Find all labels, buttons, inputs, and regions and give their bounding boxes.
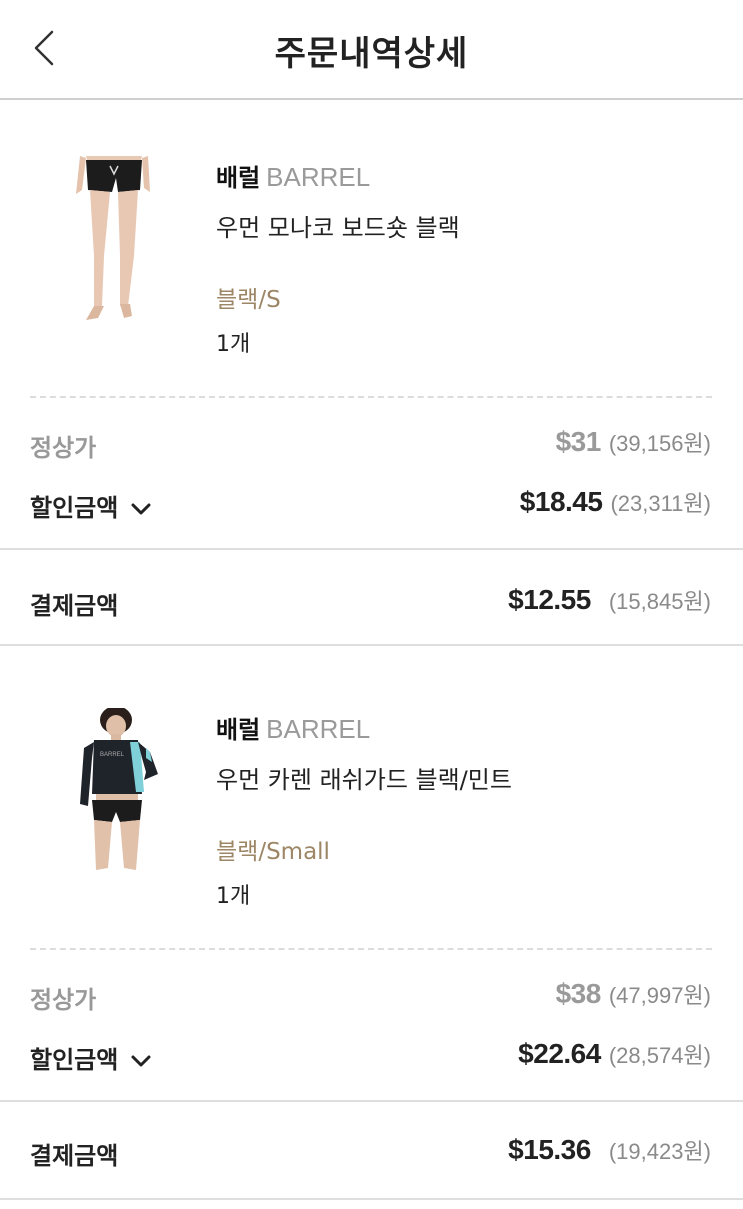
discount-value: $22.64 (28,574원) (518, 1038, 711, 1070)
page-title: 주문내역상세 (274, 34, 469, 74)
product-option: 블랙/Small (216, 839, 330, 865)
order-item: BARREL 배럴 BARREL 우먼 카렌 래쉬가드 블랙/민트 블랙/Smal… (0, 706, 743, 1204)
product-quantity: 1개 (216, 884, 251, 909)
payment-value: $15.36 (19,423원) (508, 1134, 711, 1166)
discount-krw: (23,311원) (610, 491, 711, 516)
payment-value: $12.55 (15,845원) (508, 584, 711, 616)
payment-label: 결제금액 (30, 1142, 119, 1170)
discount-label-text: 할인금액 (30, 494, 119, 522)
regular-price-label: 정상가 (30, 434, 97, 462)
product-name[interactable]: 우먼 카렌 래쉬가드 블랙/민트 (216, 760, 512, 795)
product-name[interactable]: 우먼 모나코 보드숏 블랙 (216, 208, 460, 243)
brand-name-en: BARREL (266, 714, 371, 744)
discount-value: $18.45 (23,311원) (520, 486, 711, 518)
regular-price-value: $38 (47,997원) (556, 978, 711, 1010)
regular-price-krw: (47,997원) (608, 983, 711, 1008)
product-thumbnail-shorts (76, 156, 150, 320)
page-header: 주문내역상세 (0, 0, 743, 100)
divider (0, 644, 743, 646)
brand-name-en: BARREL (266, 162, 371, 192)
divider (0, 548, 743, 550)
divider (0, 1100, 743, 1102)
chevron-down-icon[interactable] (130, 502, 152, 516)
product-thumbnail-rashguard: BARREL (80, 706, 158, 870)
svg-text:BARREL: BARREL (100, 752, 125, 758)
regular-price-value: $31 (39,156원) (556, 426, 711, 458)
brand-line: 배럴 BARREL (216, 710, 370, 745)
regular-price-usd: $31 (555, 426, 602, 457)
payment-krw: (15,845원) (608, 589, 711, 614)
discount-krw: (28,574원) (608, 1043, 711, 1068)
discount-label-text: 할인금액 (30, 1046, 119, 1074)
regular-price-label: 정상가 (30, 986, 97, 1014)
payment-label: 결제금액 (30, 592, 119, 620)
regular-price-usd: $38 (555, 978, 602, 1009)
discount-label[interactable]: 할인금액 (30, 1040, 152, 1075)
product-quantity: 1개 (216, 332, 251, 357)
product-image[interactable] (46, 156, 186, 326)
payment-usd: $12.55 (508, 584, 591, 615)
divider (0, 1198, 743, 1200)
payment-krw: (19,423원) (608, 1139, 711, 1164)
divider (30, 396, 712, 398)
discount-usd: $18.45 (519, 486, 603, 517)
brand-line: 배럴 BARREL (216, 158, 370, 193)
order-item: 배럴 BARREL 우먼 모나코 보드숏 블랙 블랙/S 1개 정상가 $31 (3… (0, 156, 743, 646)
discount-label[interactable]: 할인금액 (30, 488, 152, 523)
brand-name-ko: 배럴 (216, 164, 261, 192)
divider (30, 948, 712, 950)
regular-price-krw: (39,156원) (608, 431, 711, 456)
payment-usd: $15.36 (508, 1134, 591, 1165)
discount-usd: $22.64 (518, 1038, 601, 1069)
product-option: 블랙/S (216, 287, 281, 313)
chevron-down-icon[interactable] (130, 1054, 152, 1068)
brand-name-ko: 배럴 (216, 716, 261, 744)
product-image[interactable]: BARREL (46, 706, 186, 878)
